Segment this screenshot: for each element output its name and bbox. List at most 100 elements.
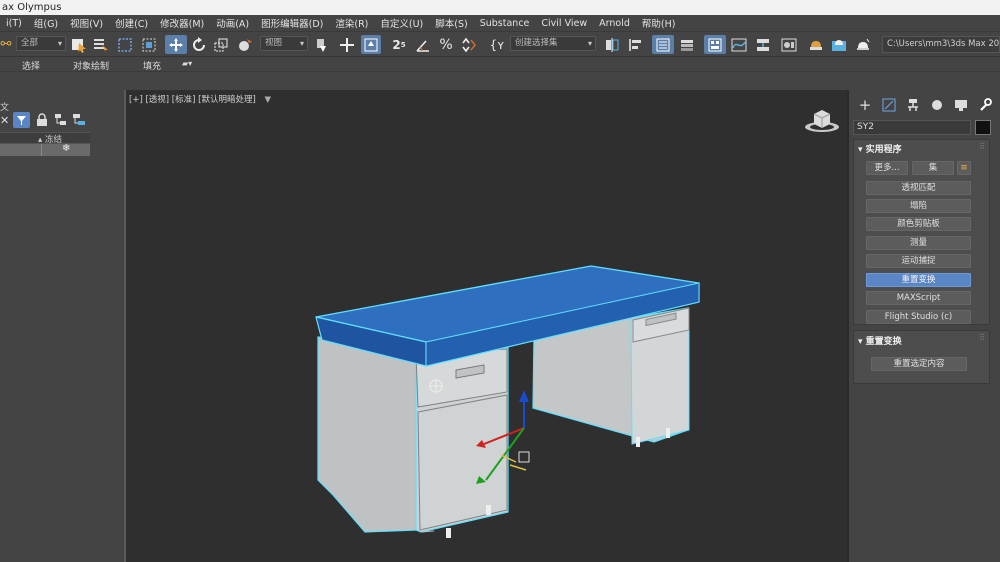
reset-xform-rollout-header[interactable]: ▾ 重置变换: [858, 334, 902, 347]
desk-leg: [446, 528, 451, 538]
ribbon-tab-selection[interactable]: 选择: [22, 59, 40, 72]
util-measure-button[interactable]: 测量: [866, 236, 971, 250]
sets-button[interactable]: 集: [912, 161, 954, 175]
percent-snap-icon[interactable]: %: [436, 35, 456, 54]
util-color-clipboard-button[interactable]: 颜色剪贴板: [866, 217, 971, 231]
pivot-center-icon[interactable]: [312, 35, 332, 54]
configure-sets-icon[interactable]: ≡: [957, 161, 971, 175]
rotate-tool-icon[interactable]: [190, 35, 208, 54]
lock-icon[interactable]: [36, 113, 48, 130]
perspective-viewport[interactable]: [+] [透视] [标准] [默认明暗处理] ▼: [124, 90, 847, 562]
column-header[interactable]: ▴ 冻结: [0, 132, 90, 145]
util-maxscript-button[interactable]: MAXScript: [866, 291, 971, 305]
place-tool-icon[interactable]: [235, 35, 255, 54]
ref-coord-dropdown[interactable]: 视图: [260, 36, 308, 51]
keyboard-shortcut-toggle-icon[interactable]: [361, 35, 381, 54]
utilities-tab-icon[interactable]: [975, 96, 995, 114]
scene-explorer-panel: 文 ✕ ▴ 冻结 ❄: [0, 90, 94, 562]
menu-item-civil-view[interactable]: Civil View: [535, 18, 593, 29]
schematic-view-icon[interactable]: [753, 35, 773, 54]
title-bar: ax Olympus: [0, 0, 1000, 15]
desk-model[interactable]: [126, 90, 847, 562]
util-flight-studio-button[interactable]: Flight Studio (c): [866, 310, 971, 324]
close-icon[interactable]: ✕: [0, 114, 9, 127]
object-color-swatch[interactable]: [975, 120, 991, 135]
selection-filter-dropdown[interactable]: 全部: [16, 36, 66, 51]
left-gutter: [94, 90, 124, 562]
material-editor-icon[interactable]: [779, 35, 799, 54]
reset-xform-rollout: ▾ 重置变换 ⠿ 重置选定内容: [853, 330, 990, 384]
menu-item-customize[interactable]: 自定义(U): [374, 16, 429, 30]
scene-explorer-toggle-icon[interactable]: [652, 35, 674, 54]
freeze-snowflake-icon[interactable]: ❄: [62, 143, 70, 154]
window-title: ax Olympus: [2, 2, 62, 13]
project-path-field[interactable]: C:\Users\mm3\3ds Max 2024: [882, 36, 1000, 53]
link-icon[interactable]: ⚯: [0, 35, 12, 54]
snaps-toggle-icon[interactable]: 25: [388, 35, 410, 54]
menu-item-create[interactable]: 创建(C): [109, 16, 154, 30]
rollout-drag-icon[interactable]: ⠿: [979, 333, 985, 342]
render-production-icon[interactable]: [853, 35, 873, 54]
command-panel-tabs: +: [853, 96, 999, 114]
align-icon[interactable]: [626, 35, 646, 54]
rect-selection-icon[interactable]: [116, 35, 134, 54]
reset-xform-rollout-title: 重置变换: [865, 337, 902, 347]
more-button[interactable]: 更多...: [866, 161, 908, 175]
angle-snap-icon[interactable]: [413, 35, 433, 54]
ribbon-toggle-icon[interactable]: [704, 35, 726, 54]
ribbon-tab-populate[interactable]: 填充: [143, 59, 161, 72]
command-panel: + SY2 ▾ 实用程序 ⠿ 更多... 集 ≡ 透视匹配 塌陷 颜色剪贴板 测…: [847, 90, 1000, 562]
menu-item-modifiers[interactable]: 修改器(M): [154, 16, 210, 30]
modify-tab-icon[interactable]: [879, 96, 899, 114]
create-tab-icon[interactable]: +: [855, 96, 875, 114]
window-crossing-icon[interactable]: [140, 35, 158, 54]
menu-item-animation[interactable]: 动画(A): [210, 16, 255, 30]
util-collapse-button[interactable]: 塌陷: [866, 199, 971, 213]
column-divider: [41, 144, 42, 156]
menu-bar: i(T) 组(G) 视图(V) 创建(C) 修改器(M) 动画(A) 图形编辑器…: [0, 15, 1000, 32]
select-object-icon[interactable]: [70, 35, 88, 54]
scale-tool-icon[interactable]: [212, 35, 230, 54]
menu-item-views[interactable]: 视图(V): [64, 16, 109, 30]
layer-hierarchy-icon[interactable]: [72, 113, 86, 130]
util-reset-xform-button[interactable]: 重置变换: [866, 273, 971, 287]
utilities-rollout: ▾ 实用程序 ⠿ 更多... 集 ≡ 透视匹配 塌陷 颜色剪贴板 测量 运动捕捉…: [853, 139, 990, 325]
rollout-drag-icon[interactable]: ⠿: [979, 142, 985, 151]
rendered-frame-window-icon[interactable]: [829, 35, 849, 54]
table-row[interactable]: ❄: [0, 143, 90, 156]
menu-item-scripting[interactable]: 脚本(S): [429, 16, 473, 30]
main-toolbar: ⚯ 全部 视图 25 % {ʏ 创建选择集: [0, 32, 1000, 57]
select-by-name-icon[interactable]: [92, 35, 110, 54]
hierarchy-tab-icon[interactable]: [903, 96, 923, 114]
render-setup-icon[interactable]: [806, 35, 826, 54]
spinner-snap-icon[interactable]: [458, 35, 478, 54]
named-selection-dropdown[interactable]: 创建选择集: [510, 36, 596, 51]
menu-item-graph-editors[interactable]: 图形编辑器(D): [255, 16, 329, 30]
motion-tab-icon[interactable]: [927, 96, 947, 114]
ribbon-tab-object-paint[interactable]: 对象绘制: [73, 59, 109, 72]
layer-explorer-icon[interactable]: [677, 35, 697, 54]
utilities-rollout-header[interactable]: ▾ 实用程序: [858, 142, 902, 155]
object-name-field[interactable]: SY2: [853, 120, 971, 135]
hierarchy-icon[interactable]: [54, 113, 68, 130]
move-tool-icon[interactable]: [165, 35, 187, 54]
menu-item-tools[interactable]: i(T): [0, 18, 28, 29]
menu-item-rendering[interactable]: 渲染(R): [329, 16, 374, 30]
reset-selected-button[interactable]: 重置选定内容: [871, 357, 967, 371]
mirror-icon[interactable]: [602, 35, 622, 54]
desk-leg: [486, 505, 491, 515]
util-perspective-match-button[interactable]: 透视匹配: [866, 181, 971, 195]
menu-item-arnold[interactable]: Arnold: [593, 18, 636, 29]
curve-editor-icon[interactable]: [729, 35, 749, 54]
display-tab-icon[interactable]: [951, 96, 971, 114]
filter-icon[interactable]: [13, 112, 30, 128]
util-motion-capture-button[interactable]: 运动捕捉: [866, 254, 971, 268]
menu-item-substance[interactable]: Substance: [474, 18, 536, 29]
named-selection-icon[interactable]: {ʏ: [487, 35, 507, 54]
menu-item-help[interactable]: 帮助(H): [636, 16, 682, 30]
select-manipulate-icon[interactable]: [338, 35, 356, 54]
ribbon-options-icon[interactable]: ▰▾: [182, 59, 192, 68]
menu-item-group[interactable]: 组(G): [28, 16, 64, 30]
utilities-rollout-title: 实用程序: [865, 145, 902, 155]
ribbon-bar: 选择 对象绘制 填充 ▰▾: [0, 58, 1000, 72]
